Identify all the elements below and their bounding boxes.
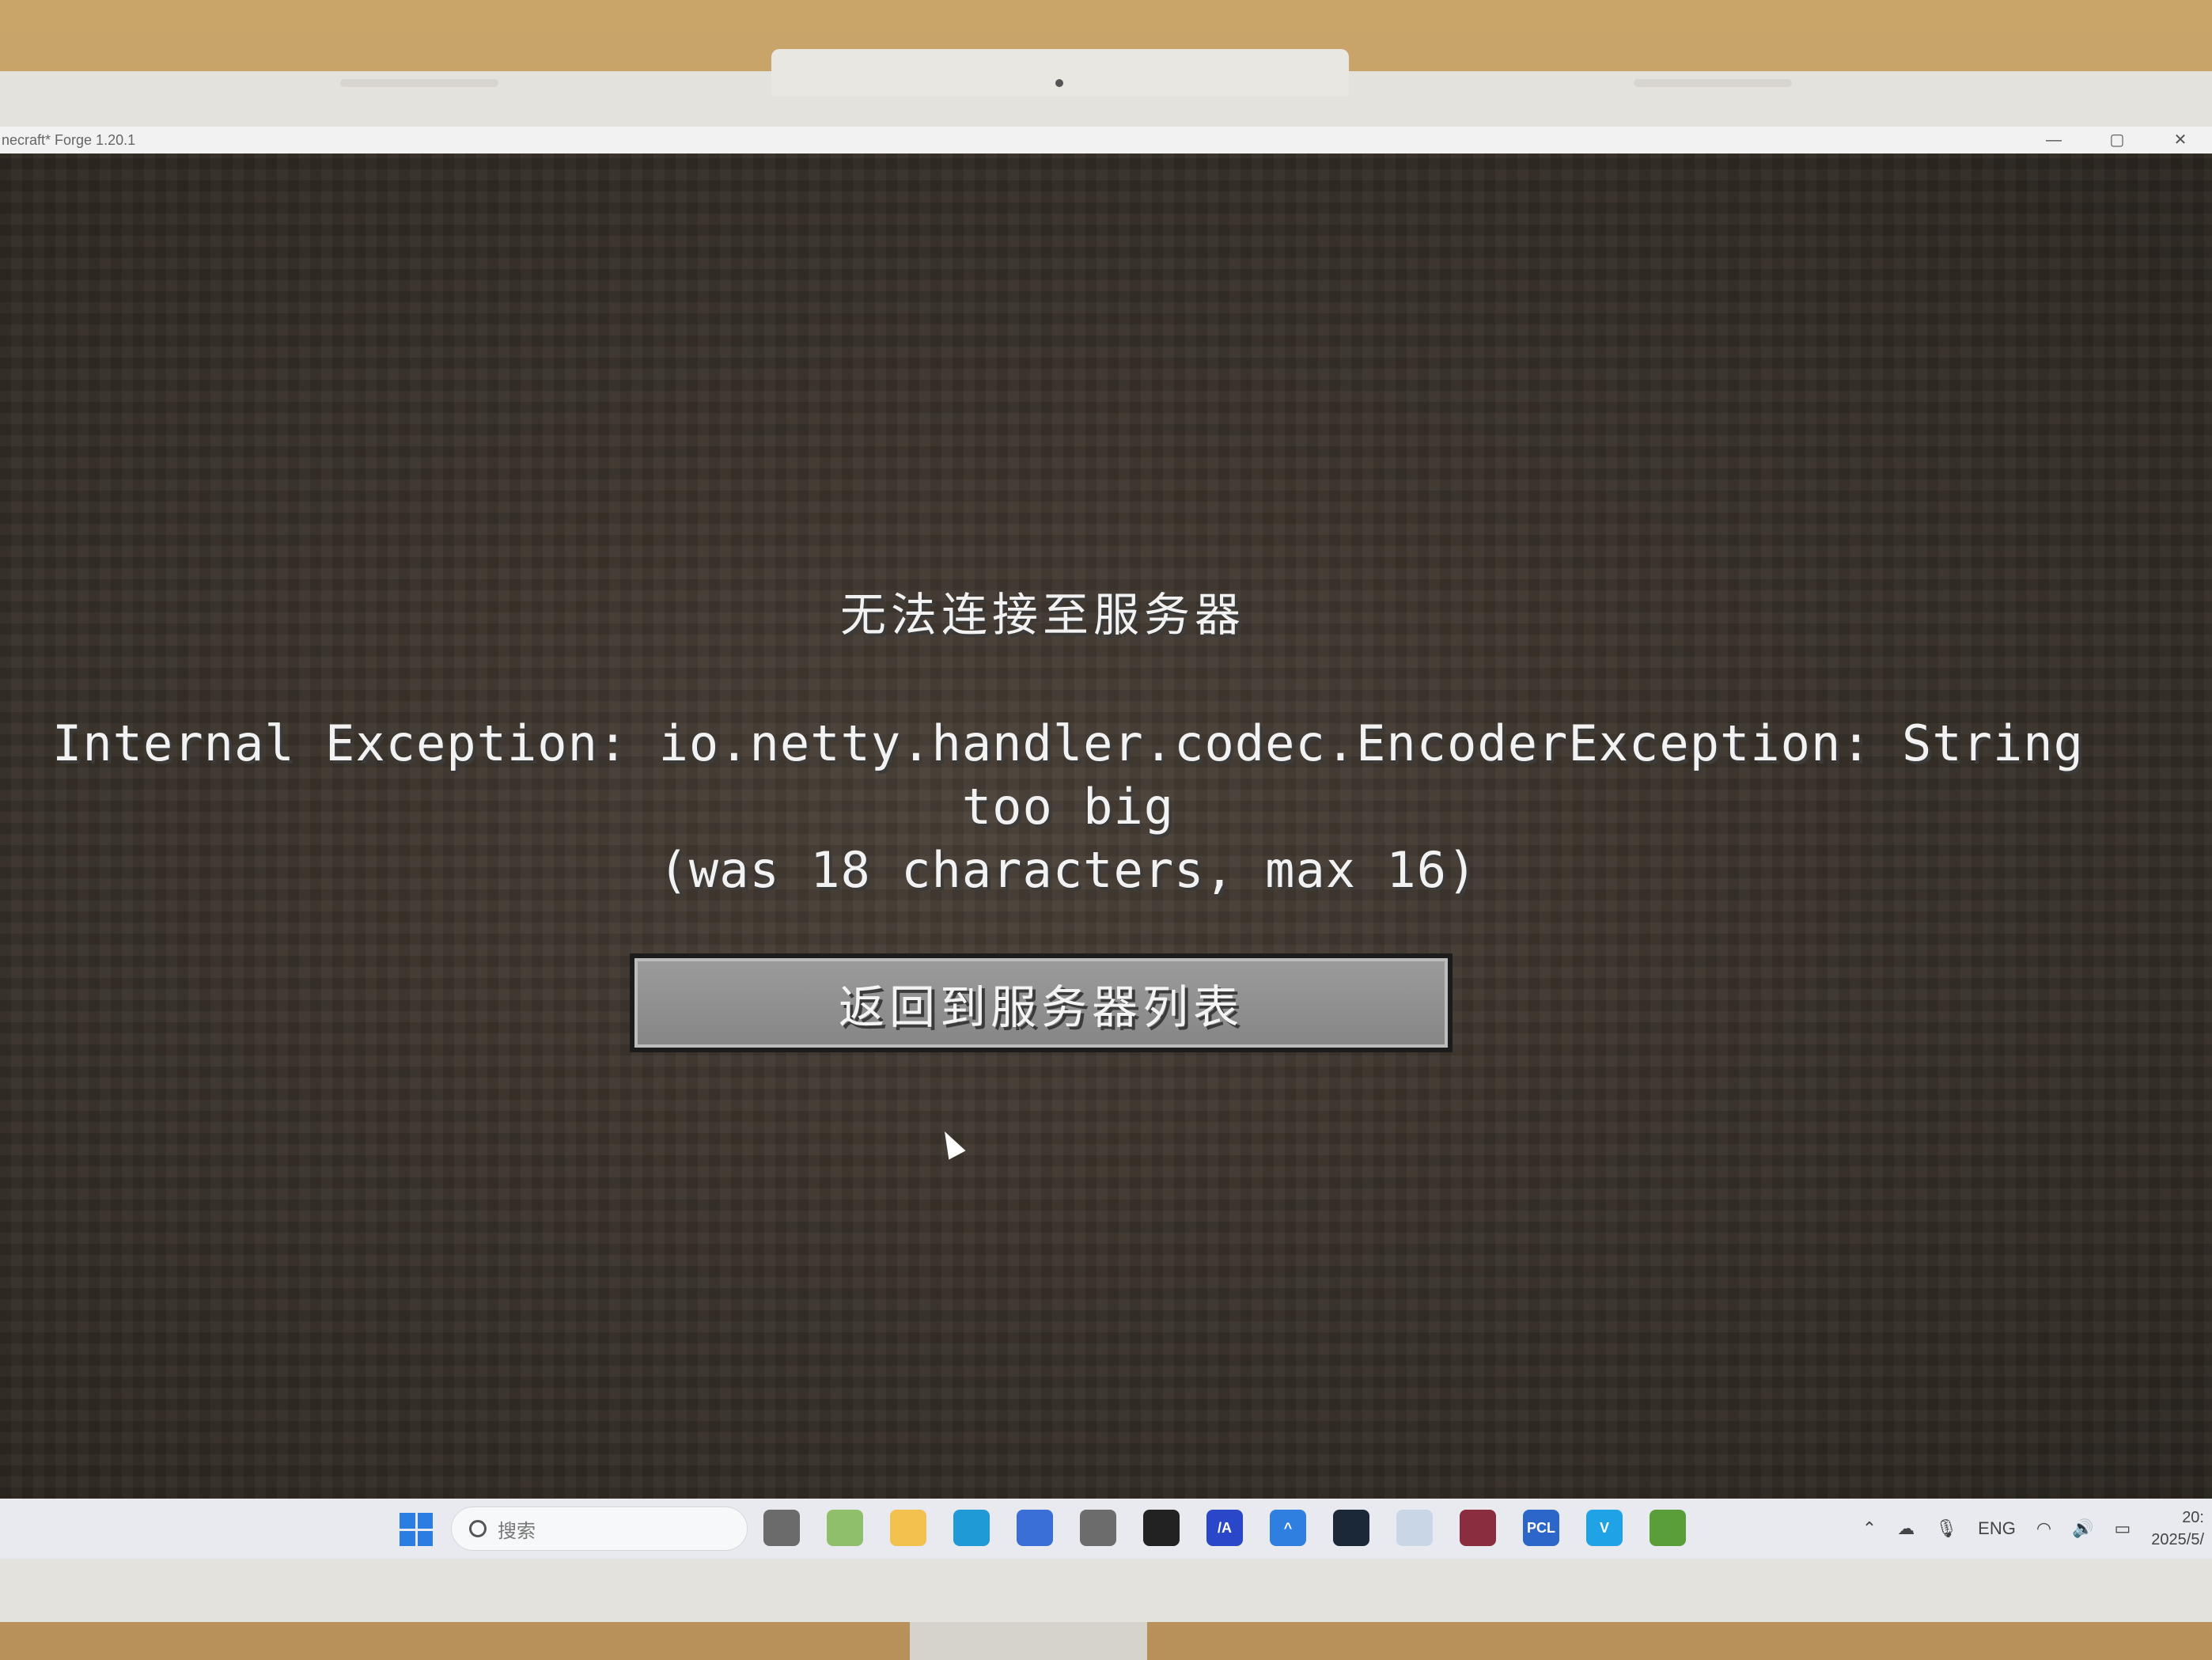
paint-icon[interactable] (827, 1510, 863, 1546)
taskbar-apps: /A ^ PCL V (763, 1510, 1686, 1546)
error-line-2: (was 18 characters, max 16) (658, 841, 1478, 899)
store-icon[interactable] (1017, 1510, 1053, 1546)
search-placeholder: 搜索 (498, 1519, 536, 1542)
qq-icon[interactable] (1143, 1510, 1180, 1546)
window-titlebar: necraft* Forge 1.20.1 — ▢ ✕ (0, 127, 2212, 153)
taskbar-search-input[interactable]: 搜索 (451, 1507, 748, 1551)
error-line-1: Internal Exception: io.netty.handler.cod… (52, 714, 2084, 836)
windows-start-icon[interactable] (400, 1513, 433, 1546)
microphone-icon[interactable]: 🎙 (1935, 1518, 1957, 1539)
back-to-server-list-button[interactable]: 返回到服务器列表 (630, 953, 1453, 1052)
wifi-icon[interactable]: ◠ (2036, 1518, 2051, 1539)
clock[interactable]: 20: 2025/5/ (2151, 1507, 2204, 1551)
disconnect-heading: 无法连接至服务器 (839, 588, 1245, 642)
language-indicator[interactable]: ENG (1978, 1518, 2016, 1539)
pcl-icon[interactable]: PCL (1523, 1510, 1559, 1546)
bezel-notch (771, 49, 1349, 97)
system-tray: ⌃ ☁ 🎙 ENG ◠ 🔊 ▭ 20: 2025/5/ (1862, 1507, 2204, 1551)
error-message: Internal Exception: io.netty.handler.cod… (32, 712, 2104, 902)
minimize-button[interactable]: — (2022, 127, 2085, 153)
battery-icon[interactable]: ▭ (2114, 1518, 2131, 1539)
speaker-icon[interactable]: 🔊 (2072, 1518, 2093, 1539)
app-ia-icon[interactable]: /A (1206, 1510, 1243, 1546)
file-explorer-icon[interactable] (890, 1510, 926, 1546)
steam-icon[interactable] (1333, 1510, 1369, 1546)
v-app-icon[interactable]: V (1586, 1510, 1623, 1546)
bezel-hinge-right (1634, 79, 1792, 87)
window-title: necraft* Forge 1.20.1 (2, 131, 136, 148)
back-to-server-list-label: 返回到服务器列表 (838, 980, 1244, 1034)
close-button[interactable]: ✕ (2149, 127, 2212, 153)
laptop-brand-logo (910, 1622, 1147, 1660)
minecraft-icon[interactable] (1650, 1510, 1686, 1546)
restore-button[interactable]: ▢ (2085, 127, 2149, 153)
edge-icon[interactable] (953, 1510, 990, 1546)
winrar-icon[interactable] (1460, 1510, 1496, 1546)
app-arrow-icon[interactable]: ^ (1270, 1510, 1306, 1546)
screen: necraft* Forge 1.20.1 — ▢ ✕ 无法连接至服务器 Int… (0, 127, 2212, 1559)
bezel-hinge-left (340, 79, 498, 87)
clock-time: 20: (2182, 1509, 2204, 1526)
chevron-up-icon[interactable]: ⌃ (1862, 1518, 1877, 1539)
webcam-icon (1055, 79, 1063, 87)
snip-tool-icon[interactable] (1396, 1510, 1433, 1546)
onedrive-icon[interactable]: ☁ (1897, 1518, 1915, 1539)
taskbar: 搜索 /A ^ PCL V ⌃ ☁ 🎙 ENG ◠ 🔊 ▭ 20: 2025/5/ (0, 1499, 2212, 1559)
task-view-icon[interactable] (763, 1510, 800, 1546)
cube-app-icon[interactable] (1080, 1510, 1116, 1546)
search-icon (469, 1520, 487, 1537)
window-controls: — ▢ ✕ (2022, 127, 2212, 153)
clock-date: 2025/5/ (2151, 1531, 2204, 1548)
